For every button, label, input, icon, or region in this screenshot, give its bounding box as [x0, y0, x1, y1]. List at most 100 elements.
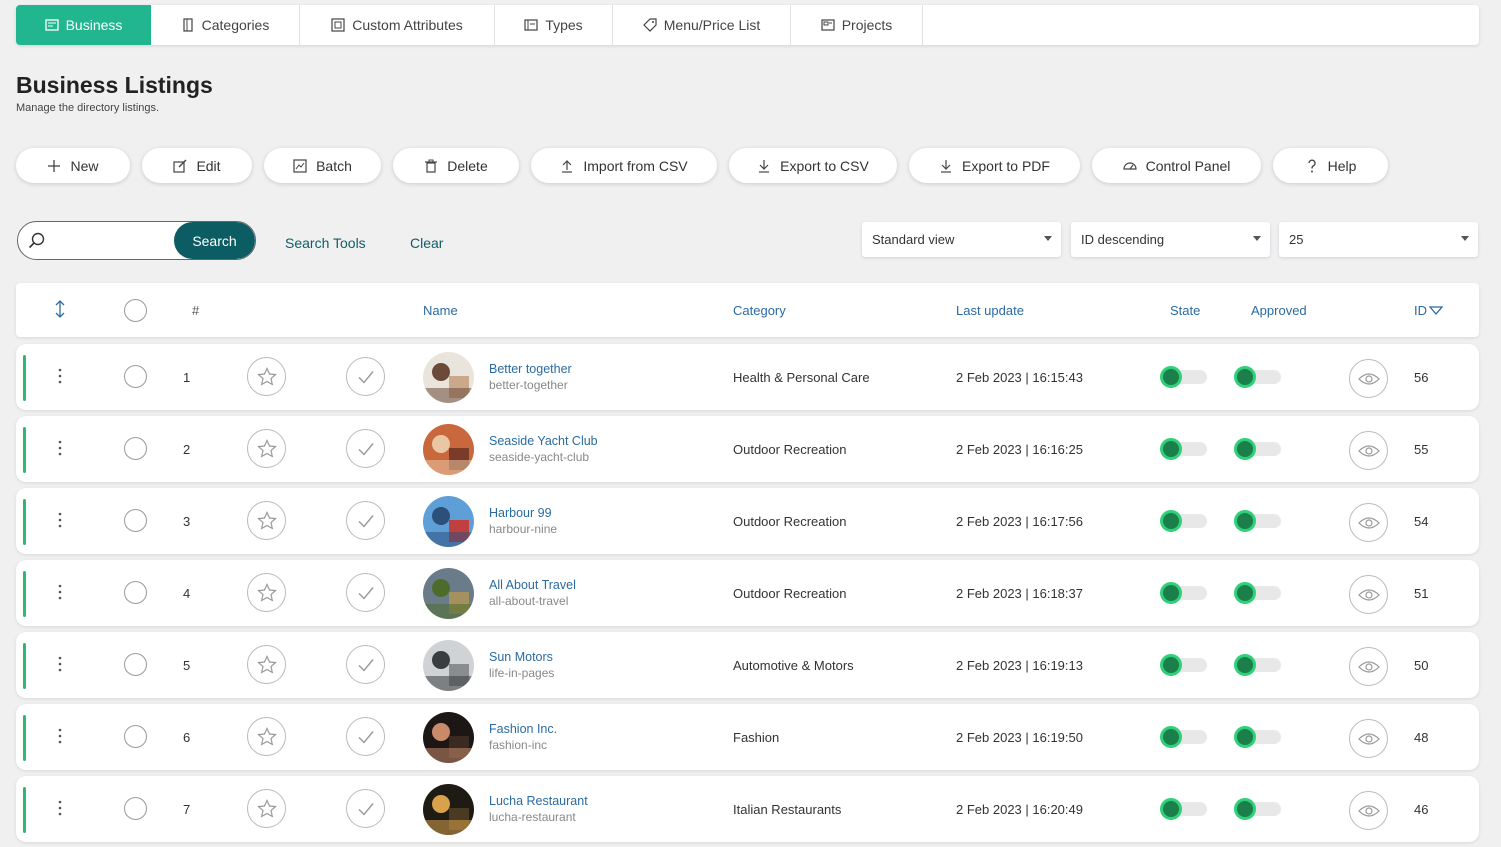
- sort-desc-icon: [1428, 306, 1444, 315]
- verified-toggle[interactable]: [346, 789, 385, 828]
- preview-button[interactable]: [1349, 359, 1388, 398]
- listing-name-link[interactable]: Lucha Restaurant: [489, 794, 588, 808]
- listing-alias: lucha-restaurant: [489, 810, 576, 824]
- tab-types[interactable]: Types: [495, 5, 613, 45]
- check-icon: [358, 658, 374, 672]
- row-actions-menu-icon[interactable]: [58, 728, 62, 744]
- approved-toggle[interactable]: [1234, 438, 1281, 460]
- col-state[interactable]: State: [1170, 303, 1200, 318]
- verified-toggle[interactable]: [346, 717, 385, 756]
- approved-toggle[interactable]: [1234, 726, 1281, 748]
- state-toggle[interactable]: [1160, 438, 1207, 460]
- listing-name-link[interactable]: Fashion Inc.: [489, 722, 557, 736]
- state-toggle[interactable]: [1160, 798, 1207, 820]
- clear-link[interactable]: Clear: [410, 235, 443, 251]
- row-number: 4: [183, 586, 191, 601]
- featured-toggle[interactable]: [247, 501, 286, 540]
- state-toggle[interactable]: [1160, 654, 1207, 676]
- tab-projects[interactable]: Projects: [791, 5, 923, 45]
- search-button[interactable]: Search: [174, 222, 255, 259]
- row-checkbox[interactable]: [124, 653, 147, 676]
- row-checkbox[interactable]: [124, 725, 147, 748]
- view-select[interactable]: Standard view: [862, 222, 1061, 257]
- preview-button[interactable]: [1349, 791, 1388, 830]
- listing-name-link[interactable]: All About Travel: [489, 578, 576, 592]
- listing-name-link[interactable]: Sun Motors: [489, 650, 553, 664]
- export-csv-button[interactable]: Export to CSV: [729, 148, 897, 183]
- sort-order-icon[interactable]: [54, 300, 66, 318]
- row-checkbox[interactable]: [124, 581, 147, 604]
- state-toggle[interactable]: [1160, 510, 1207, 532]
- listing-thumbnail: [423, 784, 474, 835]
- row-status-bar: [23, 715, 26, 761]
- preview-button[interactable]: [1349, 647, 1388, 686]
- limit-select[interactable]: 25: [1279, 222, 1478, 257]
- help-button[interactable]: Help: [1273, 148, 1388, 183]
- row-actions-menu-icon[interactable]: [58, 368, 62, 384]
- listing-id: 55: [1414, 442, 1429, 457]
- verified-toggle[interactable]: [346, 573, 385, 612]
- table-row: 7 Lucha Restaurant lucha-restaurant Ital…: [16, 776, 1479, 842]
- state-toggle[interactable]: [1160, 366, 1207, 388]
- row-checkbox[interactable]: [124, 797, 147, 820]
- state-toggle[interactable]: [1160, 582, 1207, 604]
- verified-toggle[interactable]: [346, 357, 385, 396]
- approved-toggle[interactable]: [1234, 582, 1281, 604]
- tab-custom-attributes[interactable]: Custom Attributes: [300, 5, 495, 45]
- new-button[interactable]: New: [16, 148, 130, 183]
- listing-name-link[interactable]: Harbour 99: [489, 506, 552, 520]
- featured-toggle[interactable]: [247, 717, 286, 756]
- search-input[interactable]: [52, 230, 172, 251]
- listing-thumbnail: [423, 568, 474, 619]
- control-panel-button[interactable]: Control Panel: [1092, 148, 1261, 183]
- featured-toggle[interactable]: [247, 573, 286, 612]
- approved-toggle[interactable]: [1234, 798, 1281, 820]
- approved-toggle[interactable]: [1234, 654, 1281, 676]
- listing-name-link[interactable]: Seaside Yacht Club: [489, 434, 598, 448]
- tab-business[interactable]: Business: [16, 5, 151, 45]
- verified-toggle[interactable]: [346, 645, 385, 684]
- featured-toggle[interactable]: [247, 645, 286, 684]
- approved-toggle[interactable]: [1234, 366, 1281, 388]
- preview-button[interactable]: [1349, 575, 1388, 614]
- tab-menu-price-list[interactable]: Menu/Price List: [613, 5, 791, 45]
- state-toggle[interactable]: [1160, 726, 1207, 748]
- row-actions-menu-icon[interactable]: [58, 584, 62, 600]
- approved-toggle[interactable]: [1234, 510, 1281, 532]
- batch-button[interactable]: Batch: [264, 148, 381, 183]
- col-last-update[interactable]: Last update: [956, 303, 1024, 318]
- tab-categories[interactable]: Categories: [151, 5, 300, 45]
- import-csv-button[interactable]: Import from CSV: [531, 148, 717, 183]
- search-box: Search: [17, 221, 256, 260]
- verified-toggle[interactable]: [346, 501, 385, 540]
- featured-toggle[interactable]: [247, 357, 286, 396]
- verified-toggle[interactable]: [346, 429, 385, 468]
- projects-icon: [821, 19, 835, 31]
- row-actions-menu-icon[interactable]: [58, 656, 62, 672]
- row-checkbox[interactable]: [124, 437, 147, 460]
- listing-thumbnail: [423, 712, 474, 763]
- export-pdf-button[interactable]: Export to PDF: [909, 148, 1080, 183]
- preview-button[interactable]: [1349, 719, 1388, 758]
- col-id[interactable]: ID: [1414, 303, 1444, 318]
- col-name[interactable]: Name: [423, 303, 458, 318]
- row-checkbox[interactable]: [124, 365, 147, 388]
- preview-button[interactable]: [1349, 431, 1388, 470]
- trash-icon: [425, 159, 438, 173]
- col-category[interactable]: Category: [733, 303, 786, 318]
- listing-thumbnail: [423, 496, 474, 547]
- row-actions-menu-icon[interactable]: [58, 440, 62, 456]
- search-tools-link[interactable]: Search Tools: [285, 235, 366, 251]
- listing-name-link[interactable]: Better together: [489, 362, 572, 376]
- featured-toggle[interactable]: [247, 789, 286, 828]
- select-all-checkbox[interactable]: [124, 299, 147, 322]
- row-checkbox[interactable]: [124, 509, 147, 532]
- col-approved[interactable]: Approved: [1251, 303, 1307, 318]
- featured-toggle[interactable]: [247, 429, 286, 468]
- delete-button[interactable]: Delete: [393, 148, 519, 183]
- edit-button[interactable]: Edit: [142, 148, 252, 183]
- ordering-select[interactable]: ID descending: [1071, 222, 1270, 257]
- preview-button[interactable]: [1349, 503, 1388, 542]
- row-actions-menu-icon[interactable]: [58, 800, 62, 816]
- row-actions-menu-icon[interactable]: [58, 512, 62, 528]
